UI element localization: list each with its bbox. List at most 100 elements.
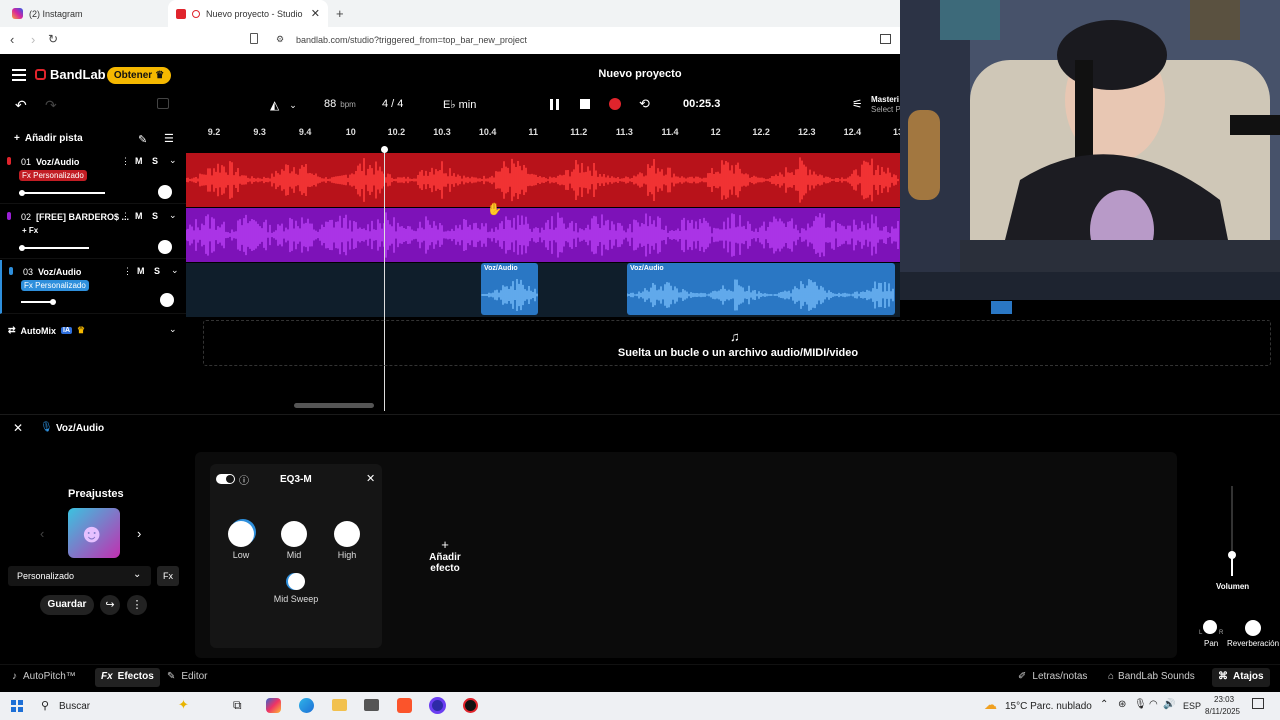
volume-slider-knob[interactable] [50,299,56,305]
pan-knob[interactable] [1203,620,1217,634]
sidebar-icon[interactable] [880,34,891,44]
widgets-icon[interactable]: ✦ [178,697,189,713]
wifi-icon[interactable]: ◠ [1149,699,1158,710]
mute-button[interactable]: M [137,266,145,276]
preset-thumbnail[interactable]: ☻ [68,508,120,558]
bpm-display[interactable]: 88 bpm [324,98,356,110]
weather-text[interactable]: 15°C Parc. nublado [1005,701,1092,712]
forward-icon[interactable]: › [31,32,35,47]
windows-start-icon[interactable] [11,700,23,712]
project-title[interactable]: Nuevo proyecto [560,68,720,80]
volume-slider[interactable] [21,299,56,305]
track-menu-icon[interactable]: ⋮ [123,266,132,277]
track-menu-icon[interactable]: ⋮ [121,156,130,167]
language-indicator[interactable]: ESP [1183,701,1201,711]
chevron-left-icon[interactable]: ‹ [40,526,44,541]
track-lane-1[interactable] [185,153,900,207]
file-explorer-icon[interactable] [332,699,347,711]
audio-clip[interactable]: Voz/Audio [481,263,538,315]
lyrics-tab[interactable]: ✐ Letras/notas [1018,671,1087,682]
volume-fader-track[interactable] [1228,486,1236,576]
metronome-button[interactable]: ◭ ⌄ [270,98,297,112]
get-button[interactable]: Obtener ♛ [107,67,171,84]
brave-icon[interactable] [397,698,412,713]
volume-slider[interactable] [19,245,89,251]
track-header-1[interactable]: 01 Voz/Audio ⋮ M S ⌄ Fx Personalizado [0,150,186,204]
close-icon[interactable]: ✕ [13,421,23,435]
save-button[interactable]: Guardar [40,595,94,615]
playhead[interactable] [384,148,385,411]
mail-icon[interactable] [364,699,379,711]
playhead-handle[interactable] [381,146,388,153]
automix-row[interactable]: ⇄ AutoMix IA ♛ [8,325,85,336]
more-icon[interactable]: ⋮ [127,595,147,615]
chevron-down-icon[interactable]: ⌄ [169,210,177,221]
tab-studio[interactable]: Nuevo proyecto - Studio ✕ [168,0,328,27]
editor-tab[interactable]: ✎ Editor [167,671,208,682]
pause-icon[interactable] [550,99,559,110]
mixer-icon[interactable]: ⚟ [852,97,863,111]
pan-knob[interactable] [158,185,172,199]
preset-select[interactable]: Personalizado ⌄ [8,566,151,586]
network-icon[interactable]: ⊛ [1118,699,1126,710]
speaker-icon[interactable]: 🔊 [1163,699,1175,710]
obs-icon[interactable] [429,697,446,714]
time-signature[interactable]: 4 / 4 [382,98,403,110]
bandlab-logo[interactable]: BandLab [35,67,106,82]
edge-icon[interactable] [299,698,314,713]
task-view-icon[interactable]: ⧉ [233,698,242,713]
shortcuts-button[interactable]: ⌘ Atajos [1212,668,1270,687]
new-tab-button[interactable]: + [336,6,344,21]
horizontal-scrollbar[interactable] [294,403,374,408]
grid-icon[interactable] [157,98,169,109]
copilot-icon[interactable] [266,698,281,713]
chevron-down-icon[interactable]: ⌄ [169,324,177,335]
effect-toggle[interactable] [216,474,235,484]
bookmark-icon[interactable] [250,33,258,44]
track-header-3[interactable]: 03 Voz/Audio ⋮ M S ⌄ Fx Personalizado [0,260,186,314]
low-knob[interactable] [228,521,254,547]
pan-knob[interactable] [160,293,174,307]
reload-icon[interactable]: ↻ [48,32,58,46]
key-display[interactable]: E♭ min [443,98,476,111]
notifications-icon[interactable] [1252,698,1264,709]
pencil-icon[interactable]: ✎ [138,133,147,146]
app-icon[interactable] [463,698,478,713]
record-icon[interactable] [609,98,621,110]
fx-badge[interactable]: + Fx [19,225,41,236]
reverb-knob[interactable] [1245,620,1261,636]
redo-icon[interactable]: ↷ [45,97,57,114]
track-lane-3[interactable]: Voz/Audio Voz/Audio [186,263,900,317]
taskbar-search[interactable]: Buscar [59,701,90,712]
mastering-label[interactable]: Masteri [871,95,899,104]
high-knob[interactable] [334,521,360,547]
microphone-icon[interactable]: 🎙 [1134,699,1147,710]
mid-sweep-knob[interactable] [288,573,305,590]
clock-date[interactable]: 8/11/2025 [1205,707,1240,716]
sounds-tab[interactable]: ⌂ BandLab Sounds [1108,671,1195,682]
fx-badge[interactable]: Fx Personalizado [21,280,89,291]
track-menu-icon[interactable]: ⋮ [121,211,130,222]
timeline-ruler[interactable]: 9.2 9.3 9.4 10 10.2 10.3 10.4 11 11.2 11.3 11.4 12 1… [186,125,903,141]
track-header-2[interactable]: 02 [FREE] BARDERO$ ... ⋮ M S ⌄ + Fx [0,205,186,259]
url-field[interactable]: bandlab.com/studio?triggered_from=top_ba… [296,35,527,45]
close-icon[interactable]: ✕ [366,472,375,485]
volume-slider[interactable] [19,190,105,196]
autopitch-tab[interactable]: ♪ AutoPitch™ [12,671,76,682]
fx-bypass-icon[interactable]: Fx [157,566,179,586]
pan-knob[interactable] [158,240,172,254]
drop-zone[interactable]: ♫ Suelta un bucle o un archivo audio/MID… [203,320,1271,366]
effects-tab[interactable]: Fx Efectos [95,668,160,687]
loop-icon[interactable]: ⟲ [639,96,650,112]
solo-button[interactable]: S [154,266,160,276]
solo-button[interactable]: S [152,211,158,221]
mid-knob[interactable] [281,521,307,547]
track-lane-2[interactable] [185,208,900,262]
chevron-up-icon[interactable]: ⌃ [1100,699,1108,710]
settings-sliders-icon[interactable]: ☰ [164,132,174,145]
volume-fader-knob[interactable] [1228,551,1236,559]
tab-instagram[interactable]: (2) Instagram [4,0,169,27]
chevron-down-icon[interactable]: ⌄ [169,155,177,166]
stop-icon[interactable] [580,99,590,109]
audio-clip[interactable]: Voz/Audio [627,263,895,315]
